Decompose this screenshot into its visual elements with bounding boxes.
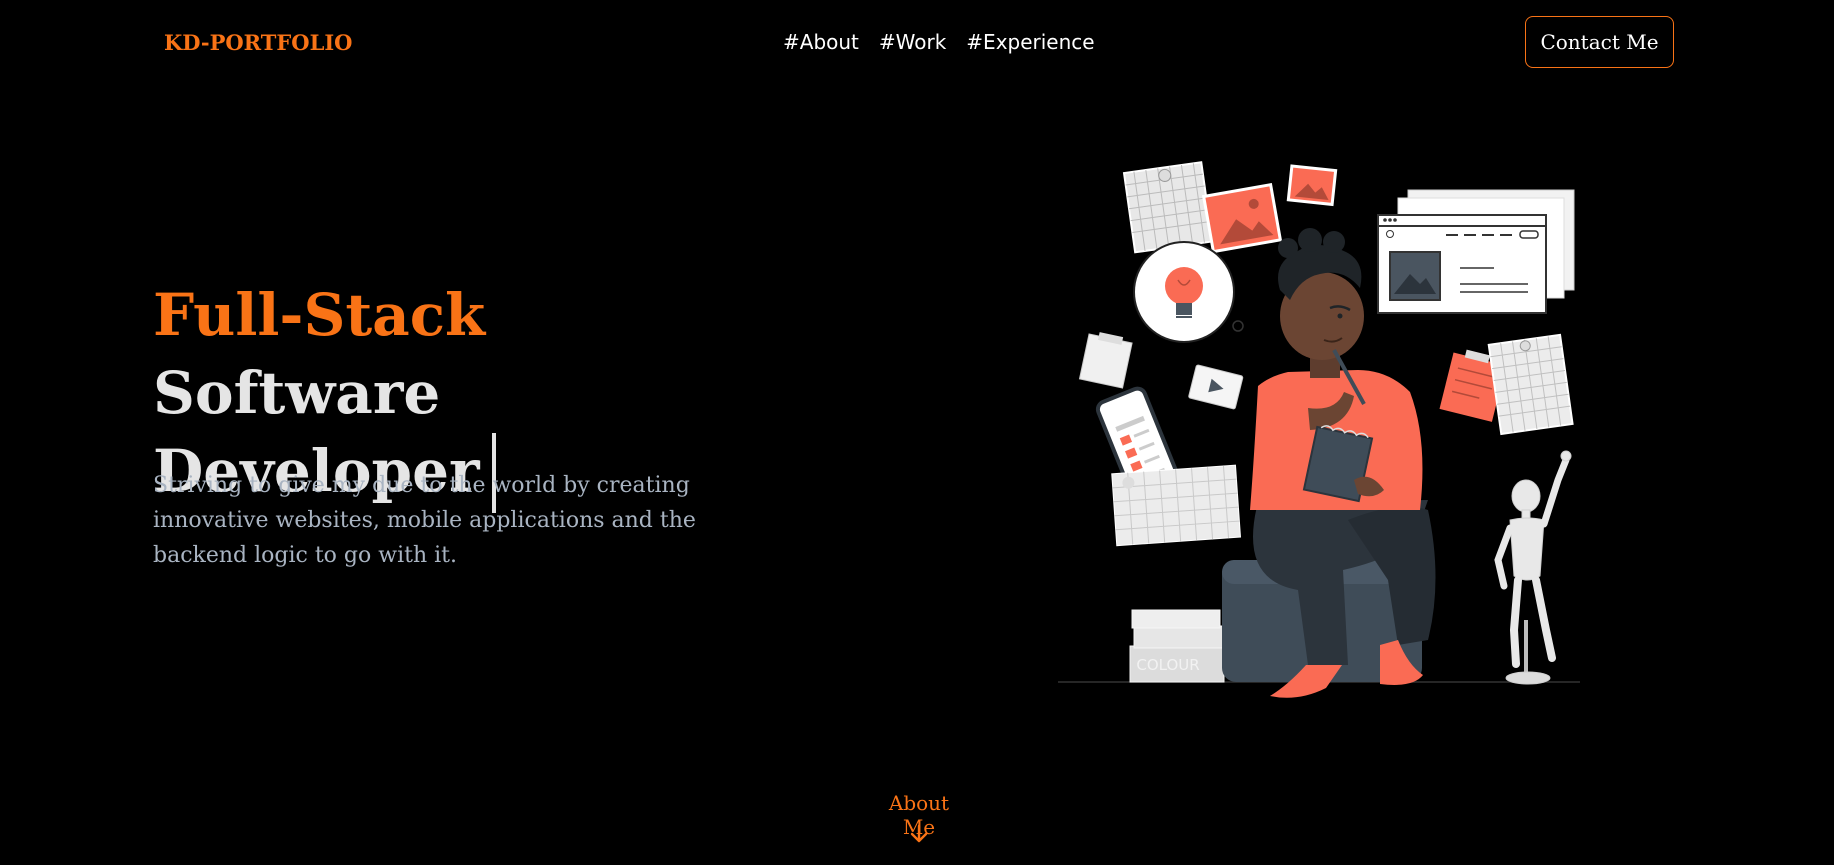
photo-card-small-icon (1286, 164, 1338, 207)
mannequin-icon (1494, 450, 1572, 685)
book-stack-icon: COLOUR (1129, 609, 1225, 683)
grid-note-right-icon (1487, 333, 1574, 436)
arrow-down-icon[interactable] (908, 823, 930, 845)
browser-window-icon (1377, 189, 1575, 314)
grid-note-icon (1122, 161, 1214, 254)
book-label: COLOUR (1136, 656, 1199, 674)
grid-paper-icon (1111, 464, 1242, 547)
photo-card-icon (1201, 182, 1283, 254)
hero-description: Striving to give my due to the world by … (153, 473, 696, 568)
nav-link-about[interactable]: #About (783, 30, 859, 54)
hero-title-accent: Full-Stack (153, 281, 486, 349)
logo-link[interactable]: KD-PORTFOLIO (164, 30, 352, 55)
hero-title-rest: Software (153, 359, 441, 427)
lightbulb-icon (1133, 241, 1235, 343)
main-nav: #About #Work #Experience (783, 30, 1095, 54)
contact-me-button[interactable]: Contact Me (1525, 16, 1674, 68)
developer-illustration: COLOUR (1058, 161, 1580, 698)
page: KD-PORTFOLIO #About #Work #Experience Co… (0, 0, 1834, 865)
nav-link-experience[interactable]: #Experience (966, 30, 1094, 54)
nav-link-work[interactable]: #Work (879, 30, 946, 54)
sticky-note-icon (1078, 332, 1133, 389)
video-card-icon (1188, 364, 1244, 410)
